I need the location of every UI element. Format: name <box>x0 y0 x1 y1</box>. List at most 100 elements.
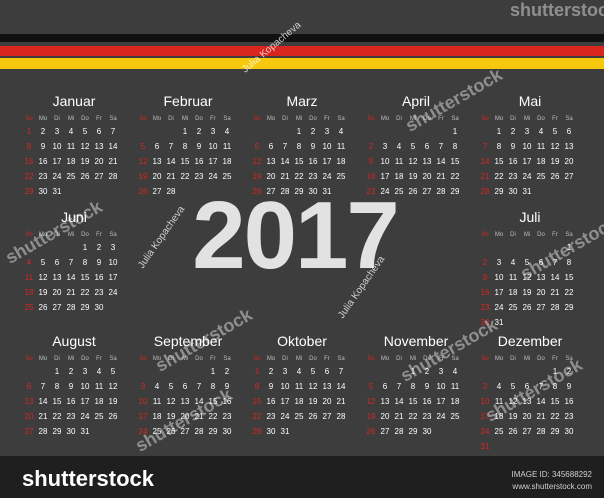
day-cell: 6 <box>182 382 188 391</box>
empty-cell <box>478 241 492 255</box>
day-cell: 10 <box>280 382 290 391</box>
month-name: Mai <box>518 93 542 109</box>
weekday-label: Do <box>81 356 89 362</box>
day-cell: 16 <box>422 397 432 406</box>
day-cell: 13 <box>322 382 332 391</box>
day-cell: 25 <box>94 412 104 421</box>
day-cell: 13 <box>94 142 104 151</box>
day-cell: 29 <box>252 427 262 436</box>
footer-bar: shutterstock IMAGE ID: 345688292 www.shu… <box>0 456 604 498</box>
day-cell: 27 <box>380 427 390 436</box>
day-cell: 17 <box>322 157 332 166</box>
weekday-label: Do <box>195 116 203 122</box>
day-cell: 5 <box>410 142 416 151</box>
year-title: 2017 <box>192 182 400 289</box>
weekday-label: So <box>139 116 147 122</box>
day-cell: 8 <box>496 142 502 151</box>
day-cell: 15 <box>408 397 418 406</box>
day-cell: 30 <box>222 427 232 436</box>
calendar-poster: Januar So Mo Di Mi Do Fr Sa 1 2 3 4 5 6 7 8 9 10 11 12 13 14 1… <box>0 0 604 456</box>
day-cell: 13 <box>24 397 34 406</box>
day-cell: 19 <box>408 172 418 181</box>
day-cell: 7 <box>40 382 46 391</box>
month-august: August So Mo Di Mi Do Fr Sa 1 2 3 4 5 6 7 8 9 10 11 12 13 14 1… <box>22 332 126 439</box>
empty-cell <box>492 241 506 255</box>
day-cell: 3 <box>210 127 216 136</box>
day-cell: 5 <box>140 142 146 151</box>
day-cell: 2 <box>96 243 102 252</box>
day-cell: 17 <box>108 273 118 282</box>
day-cell: 11 <box>152 397 162 406</box>
day-cell: 12 <box>166 397 176 406</box>
weekday-label: Mo <box>38 116 48 122</box>
day-cell: 16 <box>508 157 518 166</box>
day-cell: 26 <box>522 303 532 312</box>
day-cell: 28 <box>108 172 118 181</box>
day-cell: 10 <box>380 157 390 166</box>
weekday-label: Fr <box>210 356 216 362</box>
empty-cell <box>520 365 534 379</box>
day-cell: 4 <box>154 382 160 391</box>
day-cell: 20 <box>380 412 390 421</box>
day-cell: 22 <box>52 412 62 421</box>
weekday-label: Sa <box>109 116 117 122</box>
month-name: Februar <box>163 93 213 109</box>
watermark: shutterstock <box>510 0 604 20</box>
empty-cell <box>64 241 78 255</box>
day-cell: 1 <box>496 127 502 136</box>
day-cell: 10 <box>494 273 504 282</box>
day-cell: 2 <box>196 127 202 136</box>
day-cell: 6 <box>154 142 160 151</box>
day-cell: 21 <box>108 157 118 166</box>
day-cell: 1 <box>296 127 302 136</box>
day-cell: 18 <box>24 288 34 297</box>
day-cell: 14 <box>394 397 404 406</box>
day-cell: 13 <box>380 397 390 406</box>
day-cell: 29 <box>494 187 504 196</box>
day-cell: 16 <box>194 157 204 166</box>
day-cell: 26 <box>366 427 376 436</box>
day-cell: 16 <box>480 288 490 297</box>
weekday-label: Di <box>510 116 516 122</box>
day-cell: 21 <box>480 172 490 181</box>
weekday-label: Mi <box>523 116 531 122</box>
day-cell: 21 <box>394 412 404 421</box>
day-cell: 4 <box>338 127 344 136</box>
day-cell: 17 <box>80 397 90 406</box>
weekday-label: Di <box>282 356 288 362</box>
day-cell: 30 <box>266 427 276 436</box>
weekday-label: Mo <box>152 116 162 122</box>
day-cell: 4 <box>68 127 74 136</box>
day-cell: 19 <box>108 397 118 406</box>
day-cell: 30 <box>94 303 104 312</box>
day-cell: 20 <box>522 412 532 421</box>
weekday-label: Mi <box>67 356 75 362</box>
day-cell: 31 <box>280 427 290 436</box>
day-cell: 26 <box>550 172 560 181</box>
day-cell: 12 <box>108 382 118 391</box>
day-cell: 28 <box>480 187 490 196</box>
day-cell: 8 <box>296 142 302 151</box>
day-cell: 2 <box>40 127 46 136</box>
day-cell: 1 <box>26 127 32 136</box>
day-cell: 16 <box>66 397 76 406</box>
day-cell: 6 <box>96 127 102 136</box>
image-id: IMAGE ID: 345688292 <box>511 470 593 479</box>
day-cell: 15 <box>564 273 574 282</box>
day-cell: 9 <box>482 273 488 282</box>
day-cell: 13 <box>152 157 162 166</box>
weekday-label: Sa <box>451 116 459 122</box>
day-cell: 31 <box>522 187 532 196</box>
day-cell: 11 <box>24 273 34 282</box>
day-cell: 24 <box>522 172 532 181</box>
day-cell: 23 <box>564 412 574 421</box>
day-cell: 18 <box>66 157 76 166</box>
day-cell: 9 <box>368 157 374 166</box>
day-cell: 6 <box>424 142 430 151</box>
empty-cell <box>36 365 50 379</box>
day-cell: 26 <box>308 412 318 421</box>
day-cell: 15 <box>550 397 560 406</box>
month-day-grid: So Mo Di Mi Do Fr Sa 1 2 3 4 5 6 7 8 9 10 11 12 13 14 15 16 17 1… <box>22 354 126 439</box>
day-cell: 6 <box>382 382 388 391</box>
empty-cell <box>506 365 520 379</box>
